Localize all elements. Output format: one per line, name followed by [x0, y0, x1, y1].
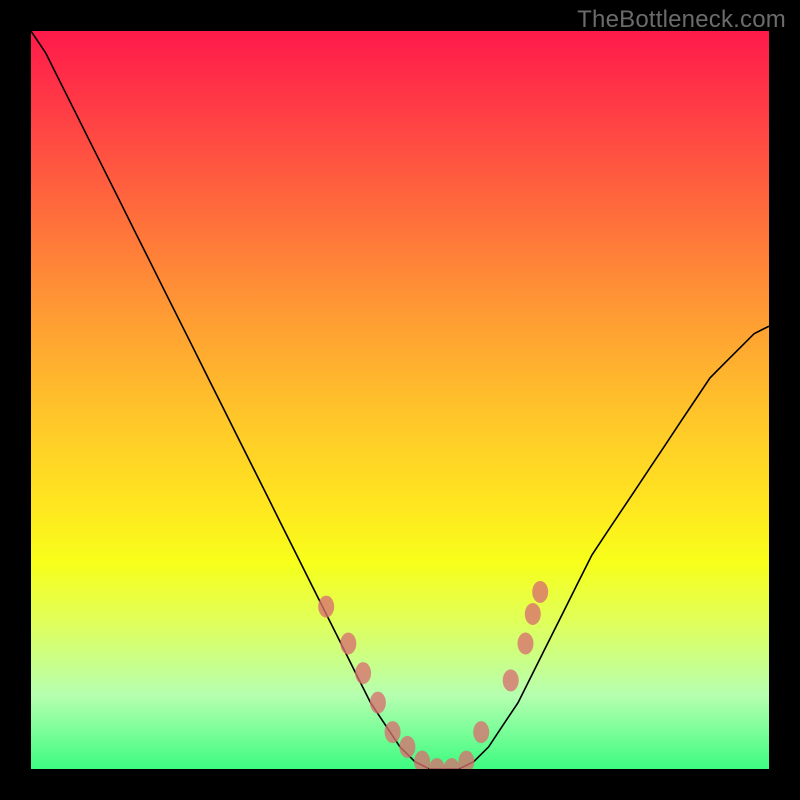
curve-marker — [429, 758, 445, 769]
curve-marker — [340, 633, 356, 655]
curve-marker — [318, 596, 334, 618]
curve-marker — [385, 721, 401, 743]
curve-marker — [503, 669, 519, 691]
curve-marker — [518, 633, 534, 655]
curve-marker — [458, 751, 474, 769]
curve-marker — [473, 721, 489, 743]
marker-group — [318, 581, 548, 769]
plot-area — [31, 31, 769, 769]
curve-marker — [525, 603, 541, 625]
curve-marker — [355, 662, 371, 684]
curve-marker — [444, 758, 460, 769]
curve-marker — [414, 751, 430, 769]
curve-marker — [370, 692, 386, 714]
chart-svg — [31, 31, 769, 769]
bottleneck-curve — [31, 31, 769, 769]
curve-marker — [532, 581, 548, 603]
watermark-text: TheBottleneck.com — [577, 6, 786, 34]
curve-marker — [399, 736, 415, 758]
chart-frame: TheBottleneck.com — [0, 0, 800, 800]
